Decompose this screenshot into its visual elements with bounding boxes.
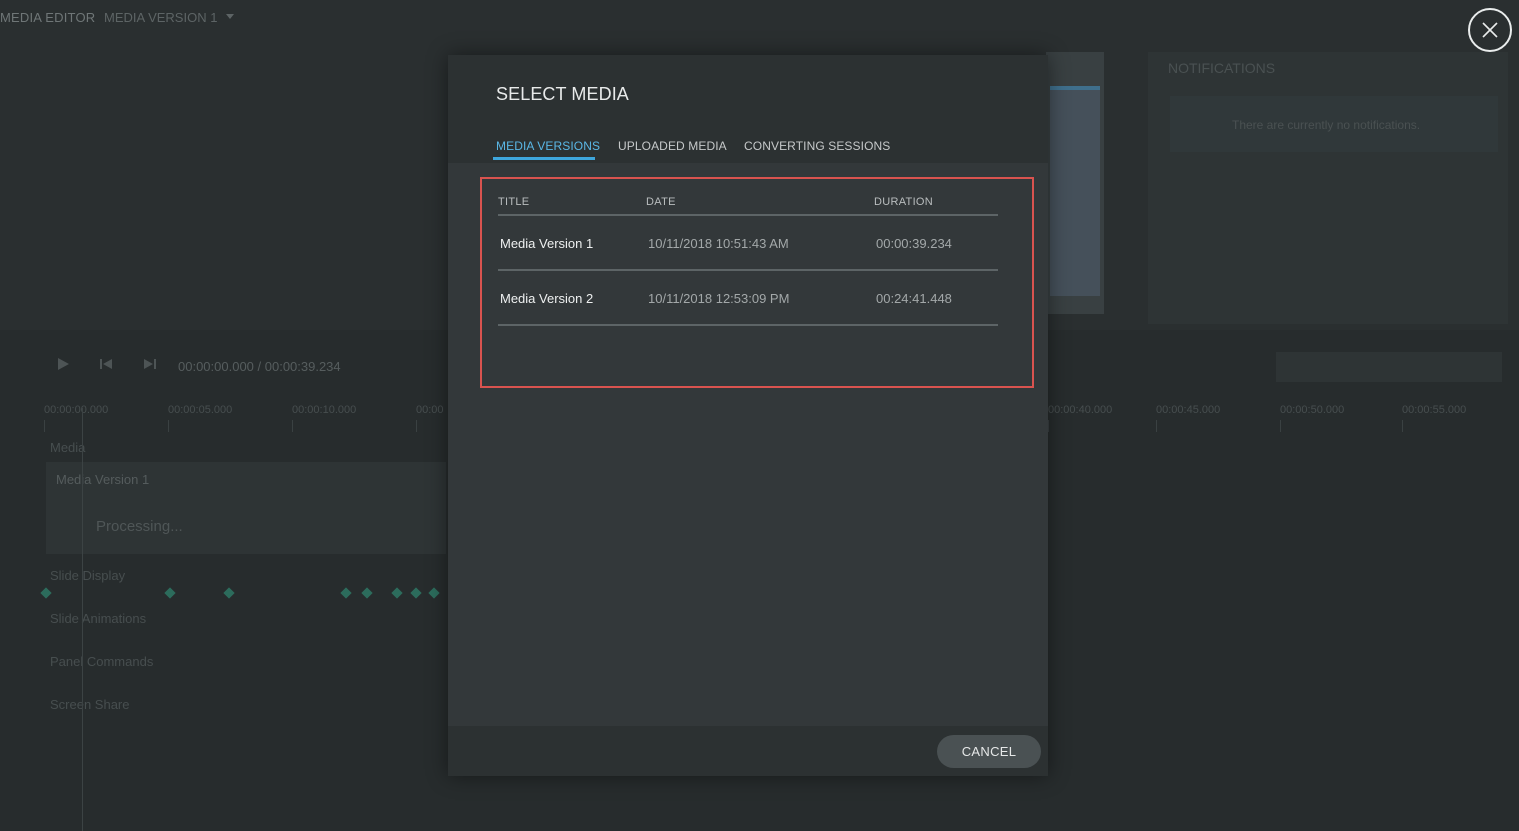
row-duration: 00:00:39.234 [876,236,952,251]
row-title: Media Version 2 [500,291,594,306]
tab-converting-sessions[interactable]: CONVERTING SESSIONS [744,139,890,153]
playback-controls [56,356,183,376]
skip-forward-icon[interactable] [143,357,157,371]
track-label-slide-display: Slide Display [50,568,126,583]
ruler-tick-label: 00:00:10.000 [292,404,357,416]
ruler-tick-label: 00:00:05.000 [168,404,233,416]
dialog-footer: CANCEL [448,726,1048,776]
ruler-tick-label: 00:00 [416,404,444,416]
column-header-duration[interactable]: DURATION [874,196,933,208]
app-header: MEDIA EDITOR MEDIA VERSION 1 [0,0,1519,36]
play-icon[interactable] [56,357,70,371]
row-title: Media Version 1 [500,236,594,251]
column-header-title[interactable]: TITLE [498,196,529,208]
app-title: MEDIA EDITOR [0,10,96,25]
cancel-button[interactable]: CANCEL [937,735,1041,768]
track-label-panel-commands: Panel Commands [50,654,154,669]
playhead[interactable] [82,408,83,831]
notifications-empty-text: There are currently no notifications. [1232,118,1421,132]
skip-back-icon[interactable] [99,357,113,371]
row-date: 10/11/2018 10:51:43 AM [648,236,789,251]
track-label-media: Media [50,440,86,455]
track-label-screen-share: Screen Share [50,697,130,712]
ruler-tick-label: 00:00:40.000 [1048,404,1113,416]
tab-uploaded-media[interactable]: UPLOADED MEDIA [618,139,727,153]
table-row[interactable]: Media Version 2 10/11/2018 12:53:09 PM 0… [498,271,998,324]
chevron-down-icon [226,14,234,19]
select-media-dialog: SELECT MEDIA MEDIA VERSIONS UPLOADED MED… [448,55,1048,776]
notifications-title: NOTIFICATIONS [1168,60,1276,76]
media-track-title: Media Version 1 [56,472,150,487]
ruler-tick-label: 00:00:45.000 [1156,404,1221,416]
ruler-tick-label: 00:00:50.000 [1280,404,1345,416]
active-tab-indicator [493,157,595,160]
column-header-date[interactable]: DATE [646,196,676,208]
preview-slide [1050,86,1100,296]
media-track-status: Processing... [96,518,183,535]
track-label-slide-animations: Slide Animations [50,611,147,626]
dialog-header: SELECT MEDIA MEDIA VERSIONS UPLOADED MED… [448,55,1048,163]
dialog-title: SELECT MEDIA [496,84,629,104]
time-display: 00:00:00.000 / 00:00:39.234 [178,359,341,374]
table-row[interactable]: Media Version 1 10/11/2018 10:51:43 AM 0… [498,216,998,269]
media-versions-table: TITLE DATE DURATION Media Version 1 10/1… [480,177,1034,388]
tab-media-versions[interactable]: MEDIA VERSIONS [496,139,600,153]
ruler-tick-label: 00:00:55.000 [1402,404,1467,416]
version-selector[interactable]: MEDIA VERSION 1 [104,10,217,25]
close-button[interactable] [1468,8,1512,52]
notifications-panel [1148,52,1508,324]
row-divider [498,324,998,326]
close-icon [1482,22,1498,38]
row-duration: 00:24:41.448 [876,291,952,306]
ruler-tick-label: 00:00:00.000 [44,404,109,416]
zoom-control[interactable] [1276,352,1502,382]
row-date: 10/11/2018 12:53:09 PM [648,291,790,306]
